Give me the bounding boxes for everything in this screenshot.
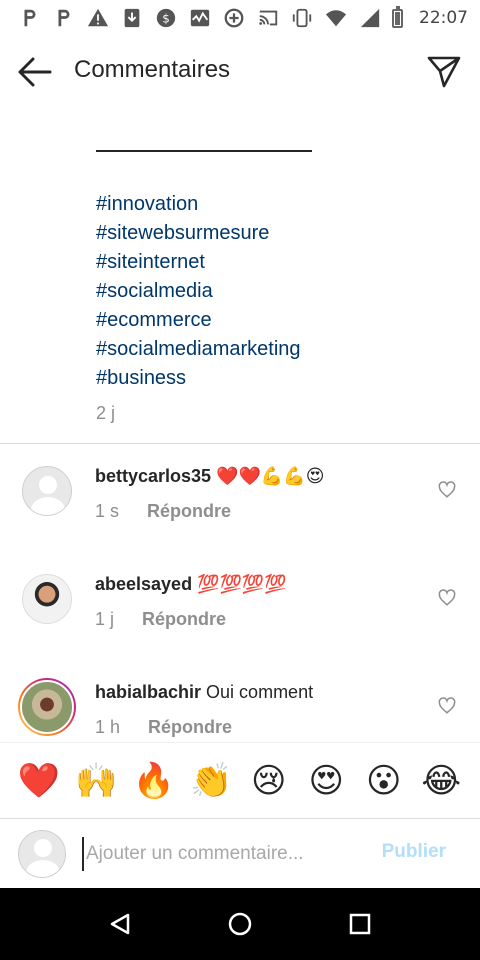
comment-meta: 1 h Répondre: [95, 717, 232, 738]
cast-icon: [256, 6, 280, 30]
hashtag-link[interactable]: #business: [96, 364, 456, 393]
emoji-button[interactable]: 🙌: [74, 761, 118, 801]
system-nav-bar: [0, 888, 480, 960]
emoji-button[interactable]: 😂: [419, 761, 463, 801]
avatar[interactable]: [22, 466, 72, 516]
avatar[interactable]: [18, 678, 76, 736]
hashtag-link[interactable]: #sitewebsurmesure: [96, 219, 456, 248]
paper-plane-icon: [427, 56, 461, 88]
p-app-icon: [52, 6, 76, 30]
emoji-button[interactable]: 😢: [247, 761, 291, 801]
quick-emoji-bar: ❤️ 🙌 🔥 👏 😢 😍 😮 😂: [0, 742, 480, 818]
comment-item: abeelsayed 💯💯💯💯 1 j Répondre: [0, 566, 480, 662]
square-recents-icon: [349, 913, 371, 935]
comment-meta: 1 j Répondre: [95, 609, 226, 630]
activity-icon: [188, 6, 212, 30]
heart-icon[interactable]: [438, 697, 456, 715]
comment-input[interactable]: [82, 837, 362, 871]
arrow-left-icon: [18, 57, 52, 87]
hashtag-link[interactable]: #socialmedia: [96, 277, 456, 306]
wifi-icon: [324, 6, 348, 30]
status-icons: $: [18, 5, 409, 30]
vibrate-icon: [290, 6, 314, 30]
comment-text: bettycarlos35 ❤️❤️💪💪😍: [95, 466, 325, 487]
nav-home-button[interactable]: [220, 904, 260, 944]
avatar: [18, 830, 66, 878]
svg-text:$: $: [162, 12, 170, 26]
emoji-button[interactable]: ❤️: [17, 761, 61, 801]
emoji-button[interactable]: 👏: [189, 761, 233, 801]
emoji-button[interactable]: 🔥: [132, 761, 176, 801]
triangle-back-icon: [110, 913, 130, 935]
comment-time: 1 j: [95, 609, 115, 629]
page-title: Commentaires: [74, 56, 231, 83]
comment-time: 1 h: [95, 717, 121, 737]
comment-username[interactable]: bettycarlos35: [95, 466, 211, 486]
status-bar: $ 22:07: [0, 0, 480, 36]
reply-button[interactable]: Répondre: [148, 717, 232, 738]
comment-text: abeelsayed 💯💯💯💯: [95, 574, 287, 595]
comment-composer: Publier: [0, 818, 480, 888]
reply-button[interactable]: Répondre: [142, 609, 226, 630]
caption-separator: [0, 443, 480, 444]
hashtag-link[interactable]: #innovation: [96, 190, 456, 219]
warning-icon: [86, 6, 110, 30]
nav-recents-button[interactable]: [340, 904, 380, 944]
comment-meta: 1 s Répondre: [95, 501, 231, 522]
back-button[interactable]: [16, 54, 54, 90]
caption-divider: [96, 150, 312, 152]
comment-body: Oui comment: [206, 682, 314, 702]
emoji-button[interactable]: 😍: [304, 761, 348, 801]
data-saver-icon: [222, 6, 246, 30]
hashtag-link[interactable]: #siteinternet: [96, 248, 456, 277]
comment-item: bettycarlos35 ❤️❤️💪💪😍 1 s Répondre: [0, 458, 480, 554]
reply-button[interactable]: Répondre: [147, 501, 231, 522]
vpn-icon: $: [154, 6, 178, 30]
caption-timestamp: 2 j: [96, 403, 116, 423]
circle-home-icon: [228, 912, 252, 936]
p-app-icon: [18, 6, 42, 30]
download-icon: [120, 6, 144, 30]
emoji-button[interactable]: 😮: [362, 761, 406, 801]
heart-icon[interactable]: [438, 589, 456, 607]
hashtag-link[interactable]: #ecommerce: [96, 306, 456, 335]
header: Commentaires: [0, 36, 480, 108]
comment-username[interactable]: habialbachir: [95, 682, 201, 702]
avatar[interactable]: [22, 574, 72, 624]
hashtag-link[interactable]: #socialmediamarketing: [96, 335, 456, 364]
nav-back-button[interactable]: [100, 904, 140, 944]
publish-button[interactable]: Publier: [382, 841, 446, 863]
hashtag-list: #innovation #sitewebsurmesure #siteinter…: [96, 190, 456, 393]
comment-username[interactable]: abeelsayed: [95, 574, 192, 594]
heart-icon[interactable]: [438, 481, 456, 499]
post-caption: #innovation #sitewebsurmesure #siteinter…: [96, 120, 456, 424]
comment-body: ❤️❤️💪💪😍: [216, 466, 325, 486]
status-time: 22:07: [419, 8, 468, 28]
signal-icon: [358, 6, 382, 30]
comment-text: habialbachir Oui comment: [95, 682, 313, 703]
comment-body: 💯💯💯💯: [197, 574, 287, 594]
battery-icon: [392, 5, 403, 28]
share-button[interactable]: [426, 54, 462, 90]
comment-time: 1 s: [95, 501, 120, 521]
